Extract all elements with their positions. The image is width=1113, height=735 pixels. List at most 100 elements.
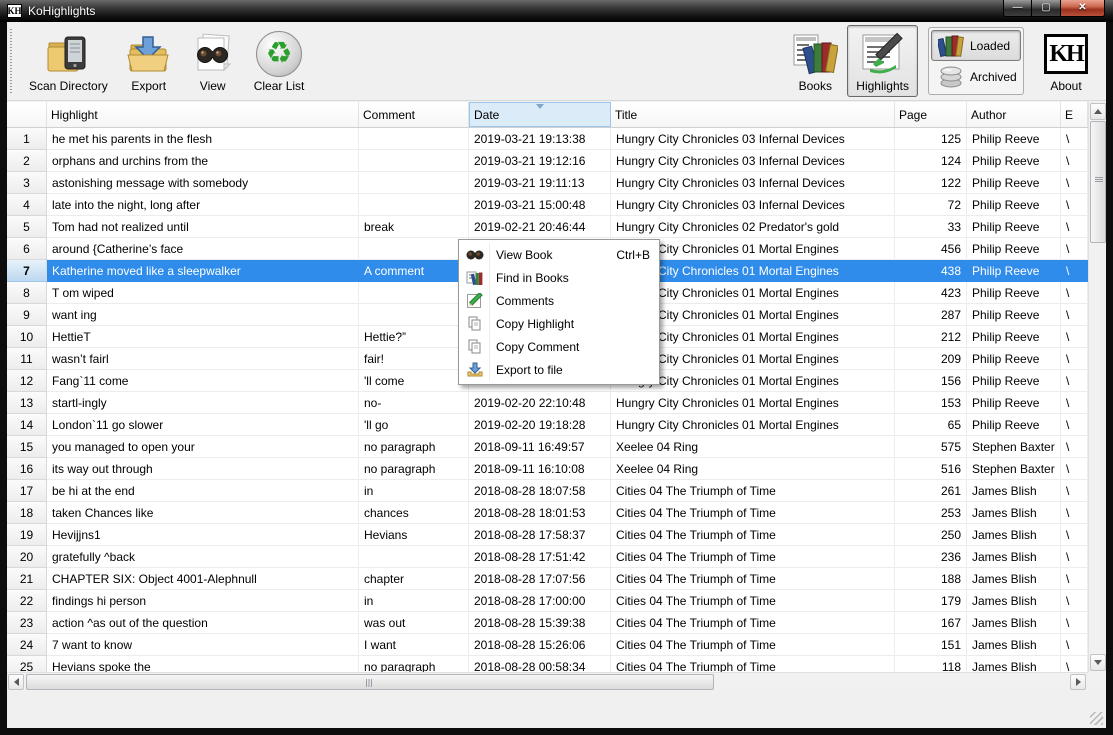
- row-number[interactable]: 4: [7, 194, 47, 216]
- cell-highlight: he met his parents in the flesh: [47, 128, 359, 150]
- row-number[interactable]: 15: [7, 436, 47, 458]
- cell-page: 124: [895, 150, 967, 172]
- loaded-toggle-button[interactable]: Loaded: [931, 30, 1021, 61]
- row-number[interactable]: 8: [7, 282, 47, 304]
- row-number[interactable]: 21: [7, 568, 47, 590]
- cell-date: 2019-03-21 19:11:13: [469, 172, 611, 194]
- highlights-toggle-button[interactable]: Highlights: [847, 25, 918, 97]
- cell-path: \: [1061, 370, 1088, 392]
- menu-item-label: Export to file: [496, 362, 563, 377]
- row-number[interactable]: 25: [7, 656, 47, 672]
- row-number[interactable]: 24: [7, 634, 47, 656]
- row-number[interactable]: 10: [7, 326, 47, 348]
- clear-list-button[interactable]: ♻ Clear List: [245, 25, 314, 97]
- row-number[interactable]: 18: [7, 502, 47, 524]
- column-header-date[interactable]: Date: [469, 102, 611, 127]
- menu-item-view-book[interactable]: View Book Ctrl+B: [460, 243, 658, 266]
- row-number[interactable]: 16: [7, 458, 47, 480]
- cell-highlight: want ing: [47, 304, 359, 326]
- scroll-up-button[interactable]: [1090, 103, 1106, 120]
- table-row[interactable]: 19 Hevijjns1 Hevians 2018-08-28 17:58:37 Cit…: [7, 524, 1088, 546]
- cell-comment: [359, 194, 469, 216]
- column-header-path[interactable]: E: [1061, 102, 1088, 127]
- menu-item-export-to-file[interactable]: Export to file: [460, 358, 658, 381]
- column-header-title[interactable]: Title: [611, 102, 895, 127]
- cell-title: Hungry City Chronicles 03 Infernal Devic…: [611, 150, 895, 172]
- row-number[interactable]: 1: [7, 128, 47, 150]
- toolbar-button-label: Scan Directory: [29, 79, 108, 93]
- table-row[interactable]: 20 gratefully ^back 2018-08-28 17:51:42 Cit…: [7, 546, 1088, 568]
- table-row[interactable]: 5 Tom had not realized until break 2019-02-…: [7, 216, 1088, 238]
- row-number[interactable]: 5: [7, 216, 47, 238]
- horizontal-scroll-thumb[interactable]: [26, 674, 714, 690]
- row-number[interactable]: 22: [7, 590, 47, 612]
- scroll-down-button[interactable]: [1090, 654, 1106, 671]
- table-row[interactable]: 4 late into the night, long after 2019-03-…: [7, 194, 1088, 216]
- cell-path: \: [1061, 524, 1088, 546]
- row-number[interactable]: 2: [7, 150, 47, 172]
- menu-item-copy-highlight[interactable]: Copy Highlight: [460, 312, 658, 335]
- cell-page: 236: [895, 546, 967, 568]
- table-row[interactable]: 3 astonishing message with somebody 2019-0…: [7, 172, 1088, 194]
- table-row[interactable]: 24 7 want to know I want 2018-08-28 15:26:0…: [7, 634, 1088, 656]
- maximize-button[interactable]: ▢: [1032, 0, 1060, 17]
- row-number[interactable]: 23: [7, 612, 47, 634]
- cell-author: Philip Reeve: [967, 216, 1061, 238]
- view-icon: [190, 31, 236, 77]
- table-row[interactable]: 14 London`11 go slower'll go 2019-02-20 19…: [7, 414, 1088, 436]
- export-button[interactable]: Export: [117, 25, 181, 97]
- books-toggle-button[interactable]: Books: [783, 25, 847, 97]
- table-row[interactable]: 25 Hevians spoke the no paragraph 2018-08-2…: [7, 656, 1088, 672]
- column-header-page[interactable]: Page: [895, 102, 967, 127]
- scroll-left-button[interactable]: [8, 674, 24, 690]
- cell-author: James Blish: [967, 480, 1061, 502]
- row-number[interactable]: 6: [7, 238, 47, 260]
- table-row[interactable]: 22 findings hi person in 2018-08-28 17:00:0…: [7, 590, 1088, 612]
- row-number[interactable]: 7: [7, 260, 47, 282]
- row-number[interactable]: 9: [7, 304, 47, 326]
- row-number[interactable]: 14: [7, 414, 47, 436]
- column-header-author[interactable]: Author: [967, 102, 1061, 127]
- column-header-rownum[interactable]: [7, 102, 47, 127]
- table-row[interactable]: 1 he met his parents in the flesh 2019-03-…: [7, 128, 1088, 150]
- toolbar-grip[interactable]: [10, 29, 14, 93]
- table-row[interactable]: 2 orphans and urchins from the 2019-03-21 …: [7, 150, 1088, 172]
- row-number[interactable]: 12: [7, 370, 47, 392]
- cell-page: 253: [895, 502, 967, 524]
- scan-directory-button[interactable]: Scan Directory: [20, 25, 117, 97]
- view-button[interactable]: View: [181, 25, 245, 97]
- title-bar[interactable]: KH KoHighlights — ▢ ✕: [0, 0, 1113, 22]
- menu-item-find-in-books[interactable]: Find in Books: [460, 266, 658, 289]
- table-row[interactable]: 21 CHAPTER SIX: Object 4001-Alephnull chap…: [7, 568, 1088, 590]
- column-header-comment[interactable]: Comment: [359, 102, 469, 127]
- minimize-button[interactable]: —: [1003, 0, 1032, 17]
- about-button[interactable]: KH About: [1034, 25, 1098, 97]
- column-header-highlight[interactable]: Highlight: [47, 102, 359, 127]
- vertical-scrollbar[interactable]: [1088, 102, 1106, 672]
- vertical-scroll-thumb[interactable]: [1090, 121, 1106, 243]
- table-row[interactable]: 15 you managed to open your no paragraph 20…: [7, 436, 1088, 458]
- horizontal-scrollbar[interactable]: [7, 672, 1088, 690]
- table-row[interactable]: 17 be hi at the end in 2018-08-28 18:07:58 C…: [7, 480, 1088, 502]
- table-row[interactable]: 16 its way out through no paragraph 2018-09…: [7, 458, 1088, 480]
- menu-item-comments[interactable]: Comments: [460, 289, 658, 312]
- cell-page: 423: [895, 282, 967, 304]
- resize-grip-icon[interactable]: [1090, 712, 1103, 725]
- cell-path: \: [1061, 634, 1088, 656]
- close-button[interactable]: ✕: [1060, 0, 1105, 17]
- archived-toggle-button[interactable]: Archived: [931, 61, 1021, 92]
- table-row[interactable]: 23 action ^as out of the question was out 2…: [7, 612, 1088, 634]
- cell-comment: A comment: [359, 260, 469, 282]
- row-number[interactable]: 17: [7, 480, 47, 502]
- table-row[interactable]: 13 startl-ingly no- 2019-02-20 22:10:48 Hung…: [7, 392, 1088, 414]
- menu-item-copy-comment[interactable]: Copy Comment: [460, 335, 658, 358]
- row-number[interactable]: 11: [7, 348, 47, 370]
- scroll-right-button[interactable]: [1070, 674, 1086, 690]
- row-number[interactable]: 19: [7, 524, 47, 546]
- row-number[interactable]: 3: [7, 172, 47, 194]
- table-row[interactable]: 18 taken Chances like chances 2018-08-28 18…: [7, 502, 1088, 524]
- menu-item-label: Copy Comment: [496, 339, 580, 354]
- row-number[interactable]: 20: [7, 546, 47, 568]
- window-title: KoHighlights: [28, 4, 96, 18]
- row-number[interactable]: 13: [7, 392, 47, 414]
